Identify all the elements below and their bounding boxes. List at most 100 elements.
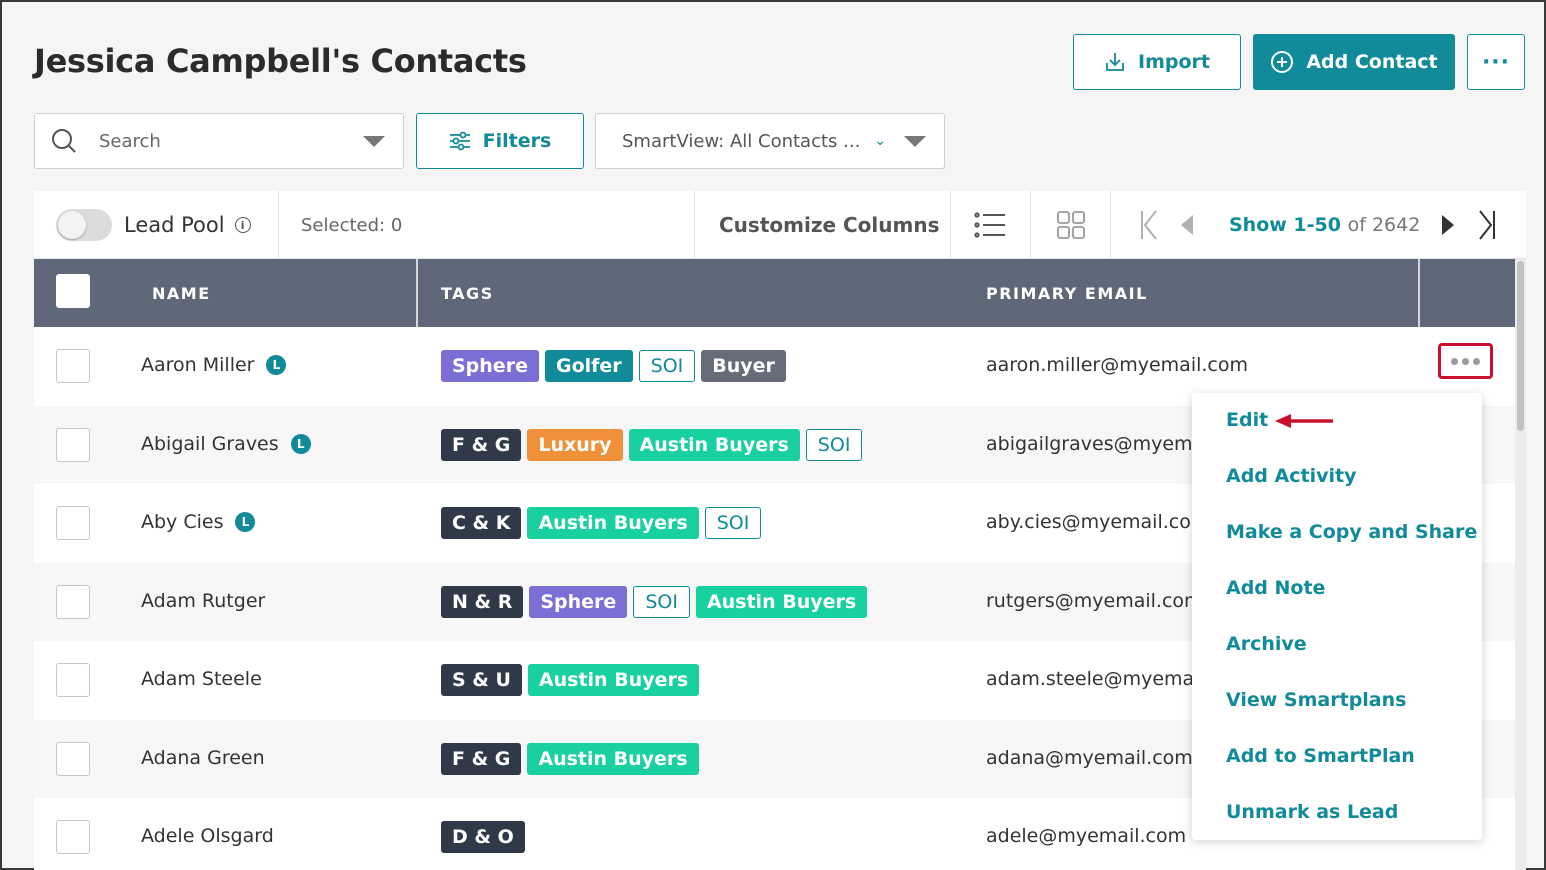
info-icon[interactable]: i [234, 217, 251, 233]
tag-list: S & U Austin Buyers [441, 664, 700, 697]
menu-item-unmark-as-lead[interactable]: Unmark as Lead [1226, 801, 1398, 823]
contact-name-text: Adam Steele [141, 668, 262, 691]
row-checkbox[interactable] [56, 349, 90, 384]
pagination-info: Show 1-50 of 2642 [1229, 214, 1420, 236]
contact-email[interactable]: aaron.miller@myemail.com [986, 354, 1248, 376]
dot-icon [1473, 357, 1480, 365]
tag-list: F & G Luxury Austin Buyers SOI [441, 428, 863, 461]
selected-count: Selected: 0 [301, 214, 403, 236]
tag-badge[interactable]: Luxury [527, 428, 623, 461]
menu-item-add-note[interactable]: Add Note [1226, 577, 1325, 599]
menu-item-archive[interactable]: Archive [1226, 633, 1307, 655]
contact-name[interactable]: Abigail Graves L [141, 433, 311, 455]
smartview-dropdown-icon[interactable] [904, 135, 926, 147]
header-name[interactable]: NAME [152, 259, 211, 327]
search-input[interactable]: Search [34, 113, 404, 169]
tag-badge[interactable]: Buyer [701, 350, 786, 383]
tag-list: D & O [441, 821, 525, 854]
chevron-down-icon: ⌄ [874, 133, 886, 149]
plus-circle-icon [1271, 51, 1294, 73]
table-scrollbar[interactable] [1515, 259, 1526, 870]
contact-name-text: Aby Cies [141, 511, 224, 534]
filters-label: Filters [482, 130, 552, 152]
search-dropdown-icon[interactable] [363, 135, 385, 147]
smartview-select[interactable]: SmartView: All Contacts ... ⌄ [595, 113, 945, 169]
tag-badge[interactable]: Sphere [529, 585, 628, 618]
tag-badge[interactable]: SOI [633, 585, 690, 618]
prev-page-icon[interactable] [1180, 214, 1194, 236]
tag-badge[interactable]: Austin Buyers [628, 428, 800, 461]
import-label: Import [1138, 51, 1210, 73]
list-view-icon[interactable] [974, 212, 1006, 238]
row-checkbox[interactable] [56, 506, 90, 541]
tag-badge[interactable]: C & K [441, 507, 522, 540]
page-range: Show 1-50 [1229, 214, 1341, 236]
menu-item-add-to-smartplan[interactable]: Add to SmartPlan [1226, 745, 1415, 767]
tag-badge[interactable]: Austin Buyers [527, 742, 699, 775]
row-checkbox[interactable] [56, 427, 90, 462]
tag-badge[interactable]: Golfer [544, 350, 633, 383]
lead-badge-icon: L [290, 433, 311, 454]
contact-name[interactable]: Aaron Miller L [141, 354, 287, 376]
lead-badge-icon: L [235, 512, 256, 533]
contact-name-text: Abigail Graves [141, 432, 279, 455]
filters-button[interactable]: Filters [416, 113, 584, 169]
menu-item-edit[interactable]: Edit [1226, 409, 1268, 431]
tag-badge[interactable]: Austin Buyers [527, 664, 700, 697]
header-email[interactable]: PRIMARY EMAIL [986, 259, 1148, 327]
contact-name[interactable]: Adele Olsgard [141, 825, 274, 847]
row-checkbox[interactable] [56, 584, 90, 619]
contact-email[interactable]: aby.cies@myemail.com [986, 511, 1209, 533]
page-total: of 2642 [1347, 214, 1421, 236]
contact-name[interactable]: Adam Steele [141, 668, 262, 690]
select-all-checkbox[interactable] [56, 274, 90, 308]
tag-badge[interactable]: S & U [441, 664, 522, 697]
lead-pool-toggle[interactable] [56, 209, 112, 241]
tag-badge[interactable]: Austin Buyers [695, 585, 868, 618]
menu-item-add-activity[interactable]: Add Activity [1226, 465, 1356, 487]
row-actions-button[interactable] [1438, 343, 1493, 379]
import-button[interactable]: Import [1073, 34, 1241, 90]
table-header: NAME TAGS PRIMARY EMAIL [34, 259, 1515, 327]
tag-badge[interactable]: Sphere [441, 350, 539, 383]
table-toolbar: Lead Pool i Selected: 0 Customize Column… [34, 191, 1526, 259]
tag-badge[interactable]: F & G [441, 428, 522, 461]
tag-badge[interactable]: Austin Buyers [527, 507, 699, 540]
contact-email[interactable]: rutgers@myemail.com [986, 590, 1203, 612]
row-checkbox[interactable] [56, 663, 90, 698]
tag-list: C & K Austin Buyers SOI [441, 507, 762, 540]
contact-name-text: Adele Olsgard [141, 825, 274, 848]
add-contact-label: Add Contact [1306, 51, 1438, 73]
lead-pool-label: Lead Pool [124, 213, 225, 237]
tag-badge[interactable]: N & R [441, 585, 524, 618]
search-placeholder: Search [99, 130, 161, 152]
grid-view-icon[interactable] [1056, 210, 1086, 240]
search-icon [52, 129, 76, 153]
contact-name[interactable]: Adam Rutger [141, 590, 265, 612]
contact-email[interactable]: adana@myemail.com [986, 747, 1193, 769]
sliders-icon [449, 131, 470, 151]
first-page-icon[interactable] [1138, 209, 1160, 241]
contact-name-text: Adana Green [141, 746, 265, 769]
header-tags[interactable]: TAGS [441, 259, 494, 327]
row-checkbox[interactable] [56, 820, 90, 855]
row-checkbox[interactable] [56, 741, 90, 776]
tag-badge[interactable]: SOI [805, 428, 863, 461]
scrollbar-thumb[interactable] [1517, 261, 1524, 431]
tag-badge[interactable]: F & G [441, 742, 522, 775]
add-contact-button[interactable]: Add Contact [1253, 34, 1455, 90]
contact-name-text: Adam Rutger [141, 589, 266, 612]
next-page-icon[interactable] [1441, 214, 1455, 236]
customize-columns-button[interactable]: Customize Columns [719, 213, 939, 237]
tag-badge[interactable]: SOI [704, 507, 762, 540]
more-actions-button[interactable]: ··· [1467, 34, 1525, 90]
contact-email[interactable]: adele@myemail.com [986, 825, 1186, 847]
menu-item-make-a-copy-and-share[interactable]: Make a Copy and Share [1226, 521, 1477, 543]
contact-name[interactable]: Adana Green [141, 747, 265, 769]
import-icon [1106, 53, 1124, 71]
tag-badge[interactable]: SOI [638, 350, 696, 383]
last-page-icon[interactable] [1476, 209, 1498, 241]
tag-badge[interactable]: D & O [441, 821, 525, 854]
contact-name[interactable]: Aby Cies L [141, 511, 256, 534]
menu-item-view-smartplans[interactable]: View Smartplans [1226, 689, 1406, 711]
